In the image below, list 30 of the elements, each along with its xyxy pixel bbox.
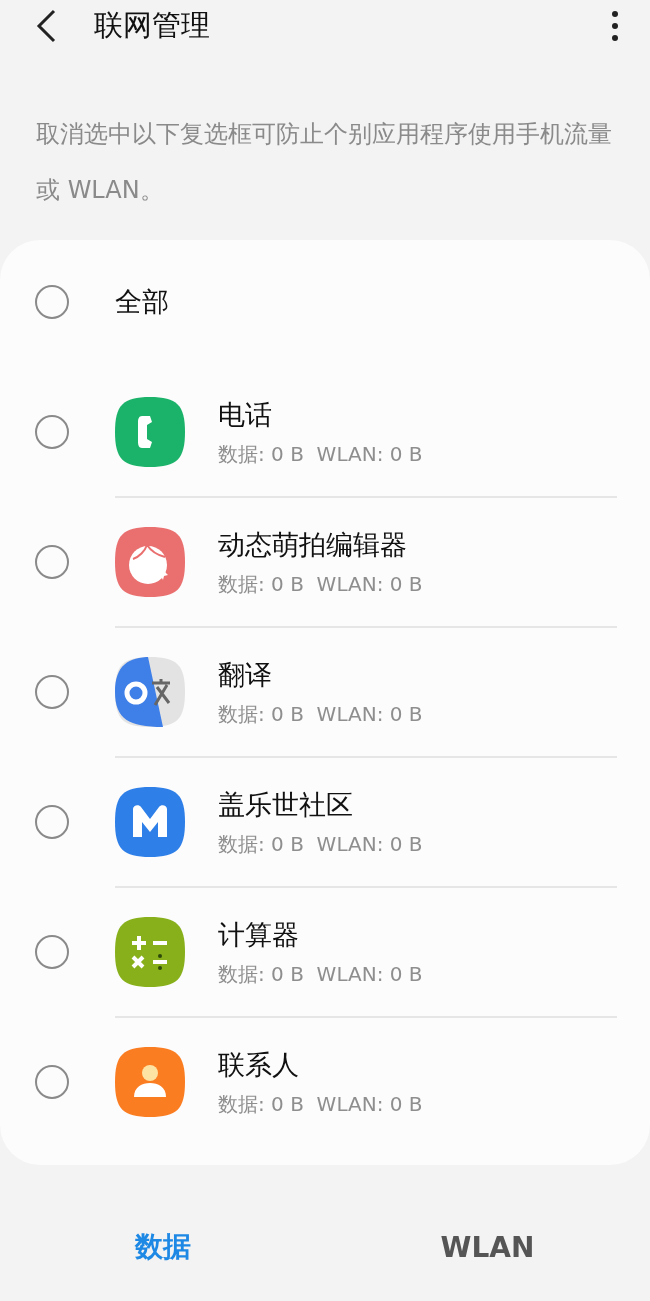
usage-text: 数据: 0 B WLAN: 0 B <box>218 440 423 468</box>
radio-button[interactable] <box>35 935 69 969</box>
select-all-label: 全部 <box>115 285 169 319</box>
app-name: 动态萌拍编辑器 <box>218 527 408 562</box>
person-icon <box>115 1047 185 1117</box>
radio-button[interactable] <box>35 805 69 839</box>
calculator-icon <box>115 917 185 987</box>
radio-button[interactable] <box>35 675 69 709</box>
m-letter-icon <box>115 787 185 857</box>
app-name: 翻译 <box>218 657 273 692</box>
usage-text: 数据: 0 B WLAN: 0 B <box>218 830 423 858</box>
usage-text: 数据: 0 B WLAN: 0 B <box>218 570 423 598</box>
more-options-icon[interactable] <box>610 9 620 43</box>
radio-button[interactable] <box>35 285 69 319</box>
radio-button[interactable] <box>35 1065 69 1099</box>
translate-icon <box>115 657 185 727</box>
tab[interactable]: WLAN <box>325 1220 650 1274</box>
usage-text: 数据: 0 B WLAN: 0 B <box>218 1090 423 1118</box>
back-icon[interactable] <box>34 9 58 43</box>
usage-text: 数据: 0 B WLAN: 0 B <box>218 700 423 728</box>
phone-icon <box>115 397 185 467</box>
app-name: 计算器 <box>218 917 300 952</box>
page-title: 联网管理 <box>94 7 211 44</box>
usage-text: 数据: 0 B WLAN: 0 B <box>218 960 423 988</box>
radio-button[interactable] <box>35 415 69 449</box>
description-text: 取消选中以下复选框可防止个别应用程序使用手机流量或 WLAN。 <box>36 119 613 206</box>
app-name: 电话 <box>218 397 273 432</box>
app-name: 盖乐世社区 <box>218 787 354 822</box>
app-name: 联系人 <box>218 1047 300 1082</box>
radio-button[interactable] <box>35 545 69 579</box>
